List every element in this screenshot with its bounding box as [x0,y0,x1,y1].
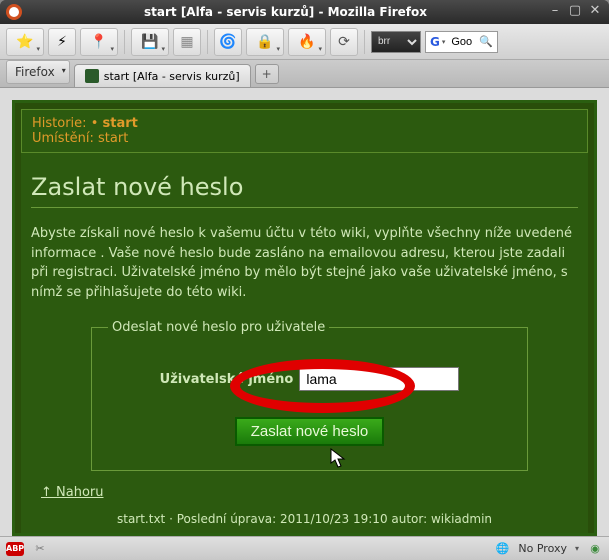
toolbar-dashed-box-icon[interactable]: ▦ [173,28,201,56]
window-title: start [Alfa - servis kurzů] - Mozilla Fi… [28,5,543,19]
toolbar-pin-icon[interactable]: 📍 [80,28,118,56]
page-footer-meta: start.txt · Poslední úprava: 2011/10/23 … [31,512,578,526]
toolbar-selector[interactable]: brr [371,31,421,53]
breadcrumb-box: Historie: • start Umístění: start [21,109,588,153]
submit-button[interactable]: Zaslat nové heslo [235,417,385,446]
back-to-top-link[interactable]: ↑ Nahoru [41,485,104,500]
fieldset-legend: Odeslat nové heslo pro uživatele [108,320,329,335]
main-toolbar: ⭐ ⚡ 📍 💾 ▦ 🌀 🔒 🔥 ⟳ brr G ▾ 🔍 [0,24,609,60]
tab-favicon [85,69,99,83]
google-logo-icon: G [430,35,440,49]
chevron-down-icon: ▾ [442,38,446,46]
toolbar-lock-icon[interactable]: 🔒 [246,28,284,56]
status-scissors-icon[interactable]: ✂ [32,541,48,557]
browser-window: start [Alfa - servis kurzů] - Mozilla Fi… [0,0,609,560]
close-button[interactable]: ✕ [587,4,603,20]
status-bar: ABP ✂ 🌐 No Proxy ▾ ◉ [0,536,609,560]
status-info-icon[interactable]: ◉ [587,541,603,557]
history-current-link[interactable]: start [103,116,138,131]
history-bullet: • [91,116,103,131]
instructions-text: Abyste získali nové heslo k vašemu účtu … [31,224,578,302]
search-engine-box[interactable]: G ▾ 🔍 [425,31,498,53]
cursor-pointer-icon [330,448,348,470]
toolbar-lightning-icon[interactable]: ⚡ [48,28,76,56]
search-input[interactable] [447,33,477,51]
toolbar-fire-icon[interactable]: 🔥 [288,28,326,56]
toolbar-spiral-icon[interactable]: 🌀 [214,28,242,56]
toolbar-separator [364,30,365,54]
titlebar: start [Alfa - servis kurzů] - Mozilla Fi… [0,0,609,24]
username-input[interactable] [299,367,459,391]
firefox-app-icon [6,4,22,20]
tab-title: start [Alfa - servis kurzů] [104,70,240,83]
page-heading: Zaslat nové heslo [31,173,578,208]
adblock-icon[interactable]: ABP [6,542,24,556]
wiki-page: Historie: • start Umístění: start Zaslat… [12,100,597,536]
history-label: Historie: [32,116,87,131]
location-label: Umístění: [32,131,94,146]
username-label: Uživatelské jméno [160,372,294,387]
tab-active[interactable]: start [Alfa - servis kurzů] [74,64,251,87]
proxy-status[interactable]: No Proxy [518,542,567,555]
tab-bar: Firefox start [Alfa - servis kurzů] + [0,60,609,88]
new-tab-button[interactable]: + [255,64,279,84]
maximize-button[interactable]: ▢ [567,4,583,20]
reload-button[interactable]: ⟳ [330,28,358,56]
content-viewport: Historie: • start Umístění: start Zaslat… [0,88,609,536]
status-globe-icon[interactable]: 🌐 [494,541,510,557]
save-button[interactable]: 💾 [131,28,169,56]
toolbar-separator [207,30,208,54]
toolbar-separator [124,30,125,54]
bookmark-star-button[interactable]: ⭐ [6,28,44,56]
location-value: start [98,131,128,146]
reset-password-fieldset: Odeslat nové heslo pro uživatele Uživate… [91,320,528,471]
chevron-down-icon[interactable]: ▾ [575,544,579,553]
firefox-menu-button[interactable]: Firefox [6,60,70,84]
search-go-icon[interactable]: 🔍 [479,35,493,48]
minimize-button[interactable]: – [547,4,563,20]
